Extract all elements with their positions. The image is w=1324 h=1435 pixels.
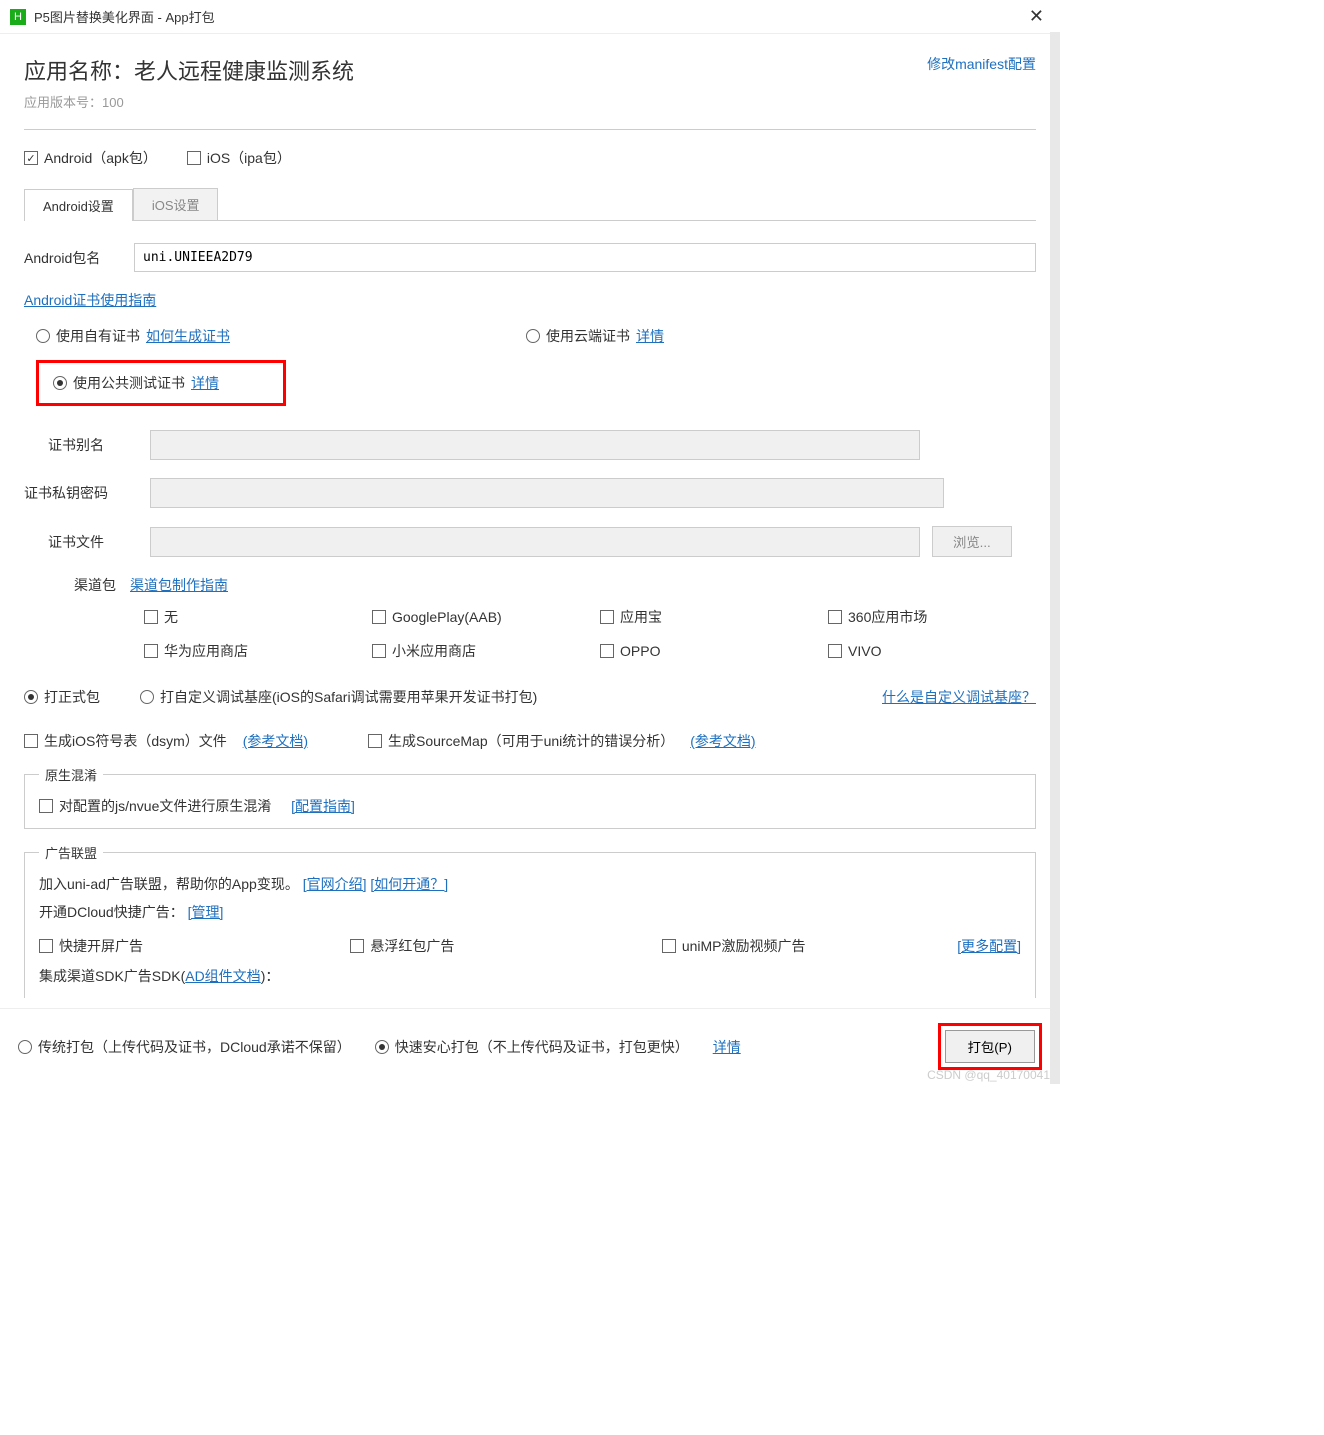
tab-ios[interactable]: iOS设置 xyxy=(133,188,219,220)
close-icon[interactable]: ✕ xyxy=(1023,6,1050,27)
cert-keypwd-label: 证书私钥密码 xyxy=(24,483,138,503)
checkbox-icon xyxy=(24,734,38,748)
package-input[interactable] xyxy=(134,243,1036,272)
pack-btn-highlight: 打包(P) xyxy=(938,1023,1042,1070)
ad-official-link[interactable]: [官网介绍] xyxy=(303,876,367,892)
window-title: P5图片替换美化界面 - App打包 xyxy=(34,7,1023,26)
channel-item[interactable]: 无 xyxy=(144,607,352,627)
ad-fieldset: 广告联盟 加入uni-ad广告联盟，帮助你的App变现。 [官网介绍] [如何开… xyxy=(24,843,1036,998)
cert-file-label: 证书文件 xyxy=(48,532,138,552)
cert-file-input[interactable] xyxy=(150,527,920,557)
browse-button[interactable]: 浏览... xyxy=(932,526,1012,557)
own-cert-link[interactable]: 如何生成证书 xyxy=(146,326,230,346)
cert-own-radio[interactable]: 使用自有证书 如何生成证书 xyxy=(36,326,526,346)
android-checkbox[interactable]: Android（apk包） xyxy=(24,148,157,168)
dsym-doc-link[interactable]: (参考文档) xyxy=(243,731,308,751)
radio-icon xyxy=(375,1040,389,1054)
checkbox-icon xyxy=(144,644,158,658)
radio-icon xyxy=(18,1040,32,1054)
ad-sdk-link[interactable]: AD组件文档 xyxy=(185,968,260,984)
cert-alias-input[interactable] xyxy=(150,430,920,460)
pack-fast-radio[interactable]: 快速安心打包（不上传代码及证书，打包更快） xyxy=(375,1037,689,1057)
checkbox-icon xyxy=(828,610,842,624)
ad-more-link[interactable]: [更多配置] xyxy=(957,936,1021,956)
checkbox-icon xyxy=(187,151,201,165)
watermark: CSDN @qq_40170041 xyxy=(927,1068,1050,1082)
channel-item[interactable]: VIVO xyxy=(828,641,1036,661)
pack-button[interactable]: 打包(P) xyxy=(945,1030,1035,1063)
ad-sdk-line: 集成渠道SDK广告SDK(AD组件文档)： xyxy=(39,966,1021,986)
tab-android[interactable]: Android设置 xyxy=(24,189,133,221)
scrollbar-track[interactable] xyxy=(1050,32,1060,1084)
pack-traditional-radio[interactable]: 传统打包（上传代码及证书，DCloud承诺不保留） xyxy=(18,1037,351,1057)
manifest-link[interactable]: 修改manifest配置 xyxy=(927,54,1036,74)
app-version: 应用版本号：100 xyxy=(24,92,354,111)
build-official-radio[interactable]: 打正式包 xyxy=(24,687,100,707)
app-name: 应用名称：老人远程健康监测系统 xyxy=(24,54,354,86)
sourcemap-checkbox[interactable]: 生成SourceMap（可用于uni统计的错误分析） (参考文档) xyxy=(368,731,756,751)
public-cert-link[interactable]: 详情 xyxy=(191,373,219,393)
separator xyxy=(24,129,1036,130)
checkbox-icon xyxy=(372,610,386,624)
ad-line1: 加入uni-ad广告联盟，帮助你的App变现。 [官网介绍] [如何开通？] xyxy=(39,874,1021,894)
checkbox-icon xyxy=(600,610,614,624)
checkbox-icon xyxy=(350,939,364,953)
ad-howto-link[interactable]: [如何开通？] xyxy=(370,876,448,892)
channel-item[interactable]: 华为应用商店 xyxy=(144,641,352,661)
native-obfus-checkbox[interactable]: 对配置的js/nvue文件进行原生混淆 [配置指南] xyxy=(39,796,1021,816)
cert-cloud-radio[interactable]: 使用云端证书 详情 xyxy=(526,326,664,346)
build-custom-radio[interactable]: 打自定义调试基座(iOS的Safari调试需要用苹果开发证书打包) xyxy=(140,687,537,707)
dsym-checkbox[interactable]: 生成iOS符号表（dsym）文件 (参考文档) xyxy=(24,731,308,751)
public-cert-highlight: 使用公共测试证书 详情 xyxy=(36,360,286,406)
radio-icon xyxy=(53,376,67,390)
tabs: Android设置 iOS设置 xyxy=(24,188,1036,221)
channel-item[interactable]: 小米应用商店 xyxy=(372,641,580,661)
checkbox-icon xyxy=(39,939,53,953)
checkbox-icon xyxy=(144,610,158,624)
ad-item[interactable]: 悬浮红包广告 xyxy=(350,936,645,956)
checkbox-icon xyxy=(24,151,38,165)
radio-icon xyxy=(24,690,38,704)
cert-keypwd-input[interactable] xyxy=(150,478,944,508)
custom-base-link[interactable]: 什么是自定义调试基座？ xyxy=(882,687,1036,707)
obfus-config-link[interactable]: [配置指南] xyxy=(291,796,355,816)
checkbox-icon xyxy=(600,644,614,658)
checkbox-icon xyxy=(828,644,842,658)
pack-detail-link[interactable]: 详情 xyxy=(713,1037,741,1057)
checkbox-icon xyxy=(372,644,386,658)
cert-public-radio[interactable]: 使用公共测试证书 详情 xyxy=(53,373,219,393)
ad-legend: 广告联盟 xyxy=(39,843,103,862)
app-icon: H xyxy=(10,9,26,25)
sourcemap-doc-link[interactable]: (参考文档) xyxy=(690,731,755,751)
bottom-bar: 传统打包（上传代码及证书，DCloud承诺不保留） 快速安心打包（不上传代码及证… xyxy=(0,1008,1060,1084)
checkbox-icon xyxy=(39,799,53,813)
channel-item[interactable]: 360应用市场 xyxy=(828,607,1036,627)
radio-icon xyxy=(36,329,50,343)
channel-item[interactable]: OPPO xyxy=(600,641,808,661)
native-obfus-legend: 原生混淆 xyxy=(39,765,103,784)
ad-line2: 开通DCloud快捷广告： [管理] xyxy=(39,902,1021,922)
ad-item[interactable]: uniMP激励视频广告 xyxy=(662,936,957,956)
radio-icon xyxy=(140,690,154,704)
cloud-cert-link[interactable]: 详情 xyxy=(636,326,664,346)
ad-manage-link[interactable]: [管理] xyxy=(188,904,224,920)
channel-item[interactable]: GooglePlay(AAB) xyxy=(372,607,580,627)
channel-item[interactable]: 应用宝 xyxy=(600,607,808,627)
checkbox-icon xyxy=(368,734,382,748)
channel-guide-link[interactable]: 渠道包制作指南 xyxy=(130,575,228,595)
ad-item[interactable]: 快捷开屏广告 xyxy=(39,936,334,956)
ios-checkbox[interactable]: iOS（ipa包） xyxy=(187,148,291,168)
channel-label: 渠道包 xyxy=(74,575,116,595)
package-label: Android包名 xyxy=(24,248,134,268)
native-obfus-fieldset: 原生混淆 对配置的js/nvue文件进行原生混淆 [配置指南] xyxy=(24,765,1036,829)
title-bar: H P5图片替换美化界面 - App打包 ✕ xyxy=(0,0,1060,34)
cert-alias-label: 证书别名 xyxy=(48,435,138,455)
checkbox-icon xyxy=(662,939,676,953)
radio-icon xyxy=(526,329,540,343)
cert-guide-link[interactable]: Android证书使用指南 xyxy=(24,292,156,308)
